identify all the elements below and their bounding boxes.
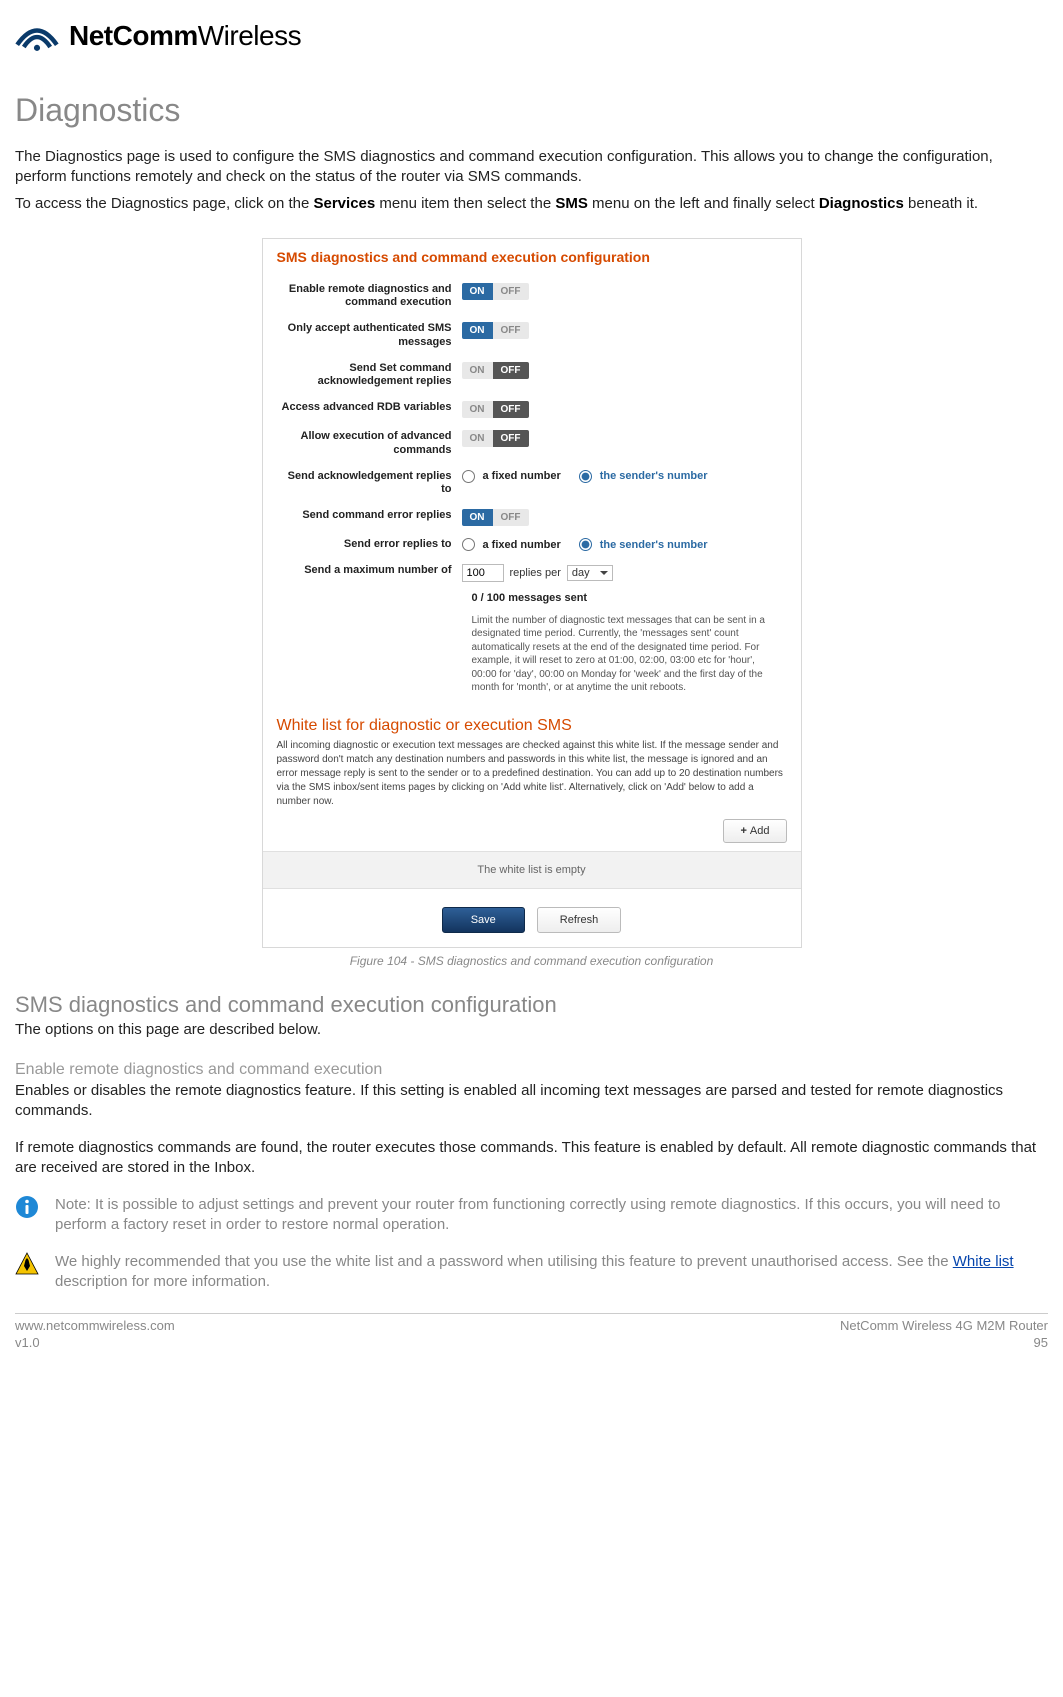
figure-caption: Figure 104 - SMS diagnostics and command… [15,954,1048,968]
limit-description: Limit the number of diagnostic text mess… [263,608,801,709]
info-icon [15,1195,41,1222]
row-enable-remote: Enable remote diagnostics and command ex… [263,277,801,317]
period-select[interactable]: day [567,565,613,581]
panel-heading: SMS diagnostics and command execution co… [263,239,801,277]
intro-paragraph-1: The Diagnostics page is used to configur… [15,147,1048,186]
toggle-adv-cmd[interactable]: ONOFF [462,430,529,447]
section-heading: SMS diagnostics and command execution co… [15,992,1048,1018]
radio-err-sender[interactable] [579,538,592,551]
page-title: Diagnostics [15,92,1048,129]
toggle-enable-remote[interactable]: ONOFF [462,283,529,300]
enable-paragraph-1: Enables or disables the remote diagnosti… [15,1081,1048,1120]
toggle-err-replies[interactable]: ONOFF [462,509,529,526]
row-adv-rdb: Access advanced RDB variables ONOFF [263,395,801,424]
row-max-number: Send a maximum number of replies per day [263,558,801,588]
footer-url: www.netcommwireless.com [15,1318,175,1335]
enable-paragraph-2: If remote diagnostics commands are found… [15,1138,1048,1177]
radio-ack-fixed[interactable] [462,470,475,483]
warning-icon [15,1252,41,1279]
max-replies-input[interactable] [462,564,504,582]
row-auth-only: Only accept authenticated SMS messages O… [263,316,801,356]
row-err-replies-to: Send error replies to a fixed number the… [263,532,801,558]
radio-ack-sender[interactable] [579,470,592,483]
wifi-arc-icon [15,20,59,52]
row-send-set-ack: Send Set command acknowledgement replies… [263,356,801,396]
messages-sent-count: 0 / 100 messages sent [263,588,801,608]
info-note: Note: It is possible to adjust settings … [15,1195,1048,1234]
toggle-adv-rdb[interactable]: ONOFF [462,401,529,418]
whitelist-link[interactable]: White list [953,1253,1014,1270]
row-ack-replies-to: Send acknowledgement replies to a fixed … [263,464,801,504]
config-panel-screenshot: SMS diagnostics and command execution co… [262,238,802,948]
brand-name: NetCommWireless [69,20,301,52]
subsection-enable-heading: Enable remote diagnostics and command ex… [15,1061,1048,1079]
intro-paragraph-2: To access the Diagnostics page, click on… [15,194,1048,214]
footer-version: v1.0 [15,1335,175,1352]
warning-note: We highly recommended that you use the w… [15,1252,1048,1291]
page-footer: www.netcommwireless.com v1.0 NetComm Wir… [15,1318,1048,1352]
whitelist-empty-message: The white list is empty [263,851,801,889]
whitelist-heading: White list for diagnostic or execution S… [263,709,801,739]
row-err-replies: Send command error replies ONOFF [263,503,801,532]
whitelist-description: All incoming diagnostic or execution tex… [263,739,801,819]
section-intro: The options on this page are described b… [15,1020,1048,1040]
toggle-auth-only[interactable]: ONOFF [462,322,529,339]
brand-logo: NetCommWireless [15,20,1048,52]
radio-err-fixed[interactable] [462,538,475,551]
footer-product: NetComm Wireless 4G M2M Router [840,1318,1048,1335]
add-button[interactable]: Add [723,819,786,843]
save-button[interactable]: Save [442,907,525,933]
toggle-send-set-ack[interactable]: ONOFF [462,362,529,379]
refresh-button[interactable]: Refresh [537,907,622,933]
row-adv-cmd: Allow execution of advanced commands ONO… [263,424,801,464]
footer-page-number: 95 [840,1335,1048,1352]
